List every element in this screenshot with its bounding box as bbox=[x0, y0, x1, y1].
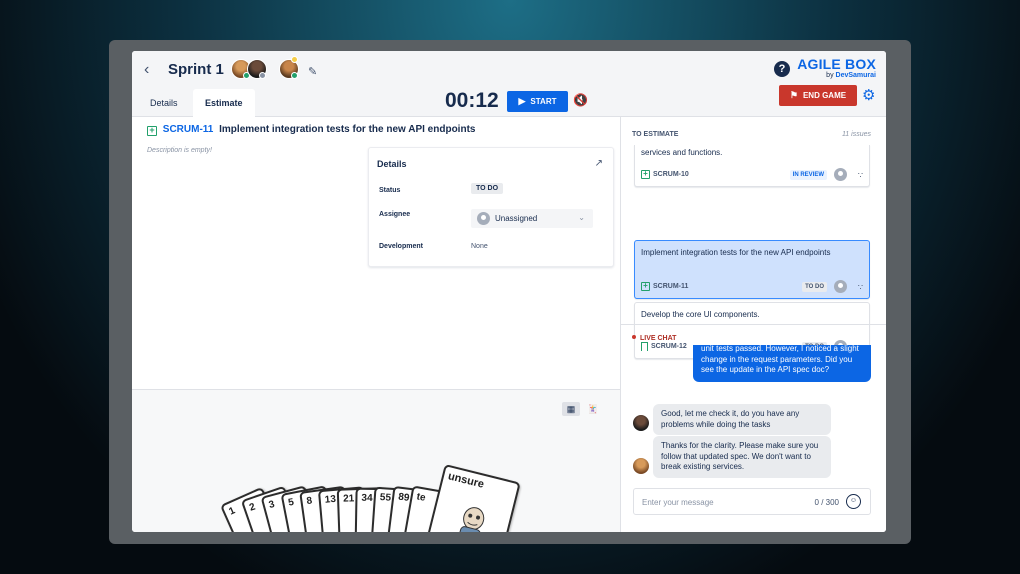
poker-card-value: 8 bbox=[305, 495, 313, 508]
poker-card-value: unsure bbox=[446, 470, 486, 491]
issue-card-selected[interactable]: Implement integration tests for the new … bbox=[634, 240, 870, 299]
brand-name: AGILE BOX bbox=[797, 56, 876, 72]
issue-count: 11 issues bbox=[841, 131, 871, 138]
status-value-wrap[interactable]: TO DO bbox=[471, 183, 504, 194]
development-label: Development bbox=[379, 243, 423, 250]
issue-card-key: SCRUM-10 bbox=[653, 171, 689, 178]
development-value: None bbox=[471, 243, 488, 250]
poker-card-value: 2 bbox=[248, 501, 257, 514]
poker-card-value: 3 bbox=[267, 498, 276, 512]
chat-divider bbox=[621, 324, 886, 325]
confused-character-illustration bbox=[456, 507, 485, 532]
card-deck-area: ▦ 🃏 1 2 3 5 8 13 21 34 55 89 te unsure bbox=[132, 390, 620, 532]
issue-card-summary: Develop the core UI components. bbox=[641, 310, 760, 319]
cards-view-icon[interactable]: 🃏 bbox=[584, 402, 602, 416]
chat-message-outgoing: The API endpoints are finished and deplo… bbox=[693, 345, 871, 382]
header: ‹ Sprint 1 ✎ ? AGILE BOX by DevSamurai D… bbox=[132, 51, 886, 117]
details-heading: Details bbox=[377, 159, 407, 169]
branch-icon[interactable]: ∵ bbox=[858, 171, 863, 180]
to-estimate-heading: TO ESTIMATE bbox=[632, 131, 679, 138]
story-icon: + bbox=[641, 282, 650, 291]
start-label: START bbox=[530, 97, 557, 106]
online-indicator bbox=[291, 72, 298, 79]
live-chat-heading: LIVE CHAT bbox=[632, 335, 676, 342]
tab-label: Details bbox=[150, 98, 178, 108]
poker-card-value: 1 bbox=[227, 505, 237, 518]
poker-card-hand: 1 2 3 5 8 13 21 34 55 89 te unsure bbox=[219, 446, 526, 532]
story-icon: + bbox=[641, 170, 650, 179]
chat-input[interactable]: Enter your message 0 / 300 ☺ bbox=[633, 488, 871, 515]
issue-card-footer: + SCRUM-10 bbox=[641, 170, 689, 179]
issue-card[interactable]: services and functions. + SCRUM-10 IN RE… bbox=[634, 145, 870, 187]
status-badge[interactable]: TO DO bbox=[471, 183, 504, 194]
right-panel: TO ESTIMATE 11 issues services and funct… bbox=[621, 117, 886, 532]
status-label: Status bbox=[379, 187, 401, 194]
poker-card-value: 34 bbox=[361, 492, 373, 504]
tab-estimate[interactable]: Estimate bbox=[193, 89, 255, 117]
brand-logo: AGILE BOX by DevSamurai bbox=[796, 56, 876, 79]
brand-by-text: by bbox=[826, 72, 834, 79]
play-icon: ▶ bbox=[518, 96, 526, 106]
char-counter: 0 / 300 bbox=[814, 498, 839, 507]
view-toggle: ▦ 🃏 bbox=[562, 402, 602, 416]
external-link-icon[interactable]: ↗ bbox=[595, 158, 603, 169]
avatar bbox=[633, 415, 649, 431]
assignee-label: Assignee bbox=[379, 211, 411, 218]
end-game-button[interactable]: ⚑ END GAME bbox=[779, 85, 857, 106]
details-panel: Details ↗ Status TO DO Assignee Unassign… bbox=[368, 147, 614, 267]
timer: 00:12 bbox=[445, 89, 499, 112]
emoji-icon[interactable]: ☺ bbox=[846, 494, 861, 509]
page-title: Sprint 1 bbox=[168, 61, 224, 78]
brand-company: DevSamurai bbox=[835, 72, 876, 79]
poker-card-value: 13 bbox=[324, 493, 337, 506]
brand-byline: by DevSamurai bbox=[796, 72, 876, 79]
end-game-label: END GAME bbox=[802, 91, 847, 100]
gear-icon[interactable]: ⚙ bbox=[862, 86, 875, 104]
poker-card-value: te bbox=[415, 491, 427, 504]
branch-icon[interactable]: ∵ bbox=[858, 283, 863, 292]
tab-label: Estimate bbox=[205, 98, 243, 108]
assignee-value: Unassigned bbox=[495, 214, 538, 223]
status-badge: IN REVIEW bbox=[789, 170, 827, 180]
tab-details[interactable]: Details bbox=[138, 89, 190, 117]
poker-card-value: 21 bbox=[342, 493, 355, 505]
user-icon bbox=[477, 212, 490, 225]
avatar bbox=[633, 458, 649, 474]
chat-message-incoming: Good, let me check it, do you have any p… bbox=[653, 404, 831, 436]
avatar bbox=[834, 280, 847, 293]
flag-icon: ⚑ bbox=[789, 90, 798, 100]
poker-card-value: 55 bbox=[379, 492, 392, 504]
help-icon[interactable]: ? bbox=[774, 61, 790, 77]
story-icon: + bbox=[147, 126, 157, 136]
online-indicator bbox=[259, 72, 266, 79]
avatar bbox=[834, 168, 847, 181]
assignee-select[interactable]: Unassigned ⌄ bbox=[471, 209, 593, 228]
poker-card-value: 5 bbox=[287, 496, 295, 509]
poker-card-unsure[interactable]: unsure bbox=[421, 463, 521, 532]
issue-title: Implement integration tests for the new … bbox=[219, 124, 476, 135]
chat-input-placeholder: Enter your message bbox=[642, 498, 714, 507]
issue-card-footer: + SCRUM-11 bbox=[641, 282, 688, 291]
pencil-icon[interactable]: ✎ bbox=[308, 65, 317, 78]
status-indicator bbox=[291, 56, 298, 63]
start-button[interactable]: ▶ START bbox=[507, 91, 568, 112]
app-window: ‹ Sprint 1 ✎ ? AGILE BOX by DevSamurai D… bbox=[132, 51, 886, 532]
issue-card-key: SCRUM-11 bbox=[653, 283, 689, 290]
status-badge: TO DO bbox=[802, 282, 827, 292]
description-placeholder[interactable]: Description is empty! bbox=[147, 147, 212, 154]
issue-key-link[interactable]: SCRUM-11 bbox=[163, 124, 214, 135]
issue-card-summary: services and functions. bbox=[641, 148, 723, 157]
back-arrow-icon[interactable]: ‹ bbox=[144, 61, 149, 79]
issue-heading: + SCRUM-11 Implement integration tests f… bbox=[147, 124, 475, 136]
chat-message-incoming: Thanks for the clarity. Please make sure… bbox=[653, 436, 831, 478]
mute-icon[interactable]: 🔇 bbox=[573, 93, 588, 107]
chevron-down-icon: ⌄ bbox=[578, 213, 585, 222]
grid-view-icon[interactable]: ▦ bbox=[562, 402, 580, 416]
issue-card-summary: Implement integration tests for the new … bbox=[641, 248, 831, 257]
poker-card-value: 89 bbox=[397, 491, 410, 504]
